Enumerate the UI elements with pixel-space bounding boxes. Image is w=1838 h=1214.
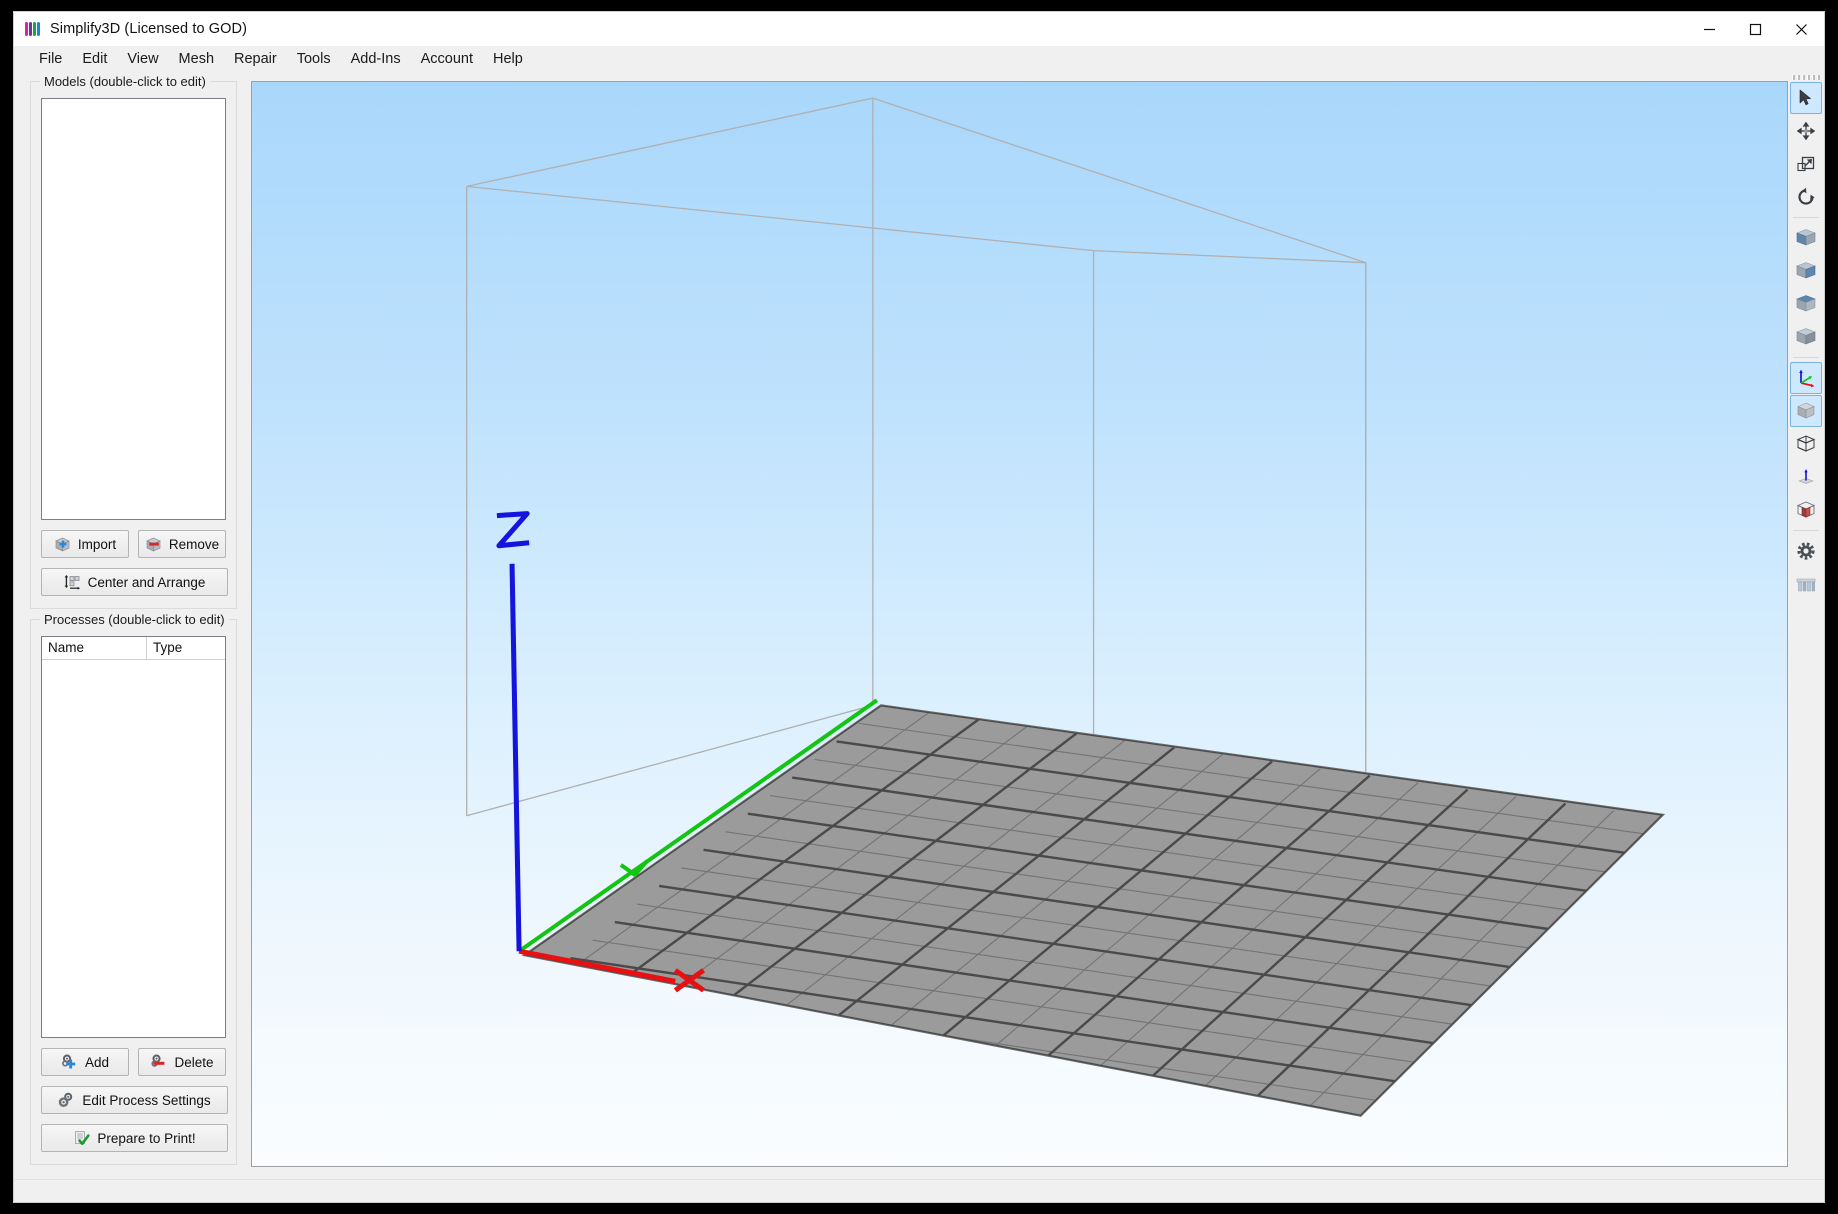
models-group-title: Models (double-click to edit) bbox=[40, 74, 210, 89]
prepare-to-print-label: Prepare to Print! bbox=[97, 1130, 196, 1146]
delete-process-label: Delete bbox=[174, 1054, 214, 1070]
maximize-button[interactable] bbox=[1732, 12, 1778, 46]
axes-icon bbox=[1796, 368, 1816, 388]
models-list[interactable] bbox=[41, 98, 226, 520]
select-tool[interactable] bbox=[1790, 82, 1822, 114]
rotate-tool[interactable] bbox=[1790, 181, 1822, 213]
delete-process-button[interactable]: Delete bbox=[138, 1048, 226, 1076]
application-window: Simplify3D (Licensed to GOD) File Edit V… bbox=[14, 12, 1824, 1202]
3d-scene bbox=[466, 97, 1666, 1117]
window-controls bbox=[1686, 12, 1824, 46]
menu-edit[interactable]: Edit bbox=[73, 48, 116, 70]
import-cube-plus-icon bbox=[54, 536, 71, 553]
rotate-icon bbox=[1796, 187, 1816, 207]
column-header-name[interactable]: Name bbox=[42, 637, 147, 659]
wireframe-view[interactable] bbox=[1790, 428, 1822, 460]
normal-vector-icon bbox=[1796, 467, 1816, 487]
menu-account[interactable]: Account bbox=[412, 48, 482, 70]
gears-plus-icon bbox=[61, 1054, 78, 1071]
prepare-print-check-icon bbox=[73, 1130, 90, 1147]
wireframe-cube-icon bbox=[1795, 434, 1817, 454]
prepare-to-print-button[interactable]: Prepare to Print! bbox=[41, 1124, 228, 1152]
gear-icon bbox=[1796, 541, 1816, 561]
view-front[interactable] bbox=[1790, 222, 1822, 254]
drag-grip-icon[interactable] bbox=[1791, 73, 1821, 82]
gears-icon bbox=[58, 1092, 75, 1109]
cross-section-icon bbox=[1795, 500, 1817, 520]
menu-tools[interactable]: Tools bbox=[288, 48, 340, 70]
main-area: Models (double-click to edit) Import Rem… bbox=[14, 71, 1824, 1179]
center-arrange-icon bbox=[64, 574, 81, 591]
menu-view[interactable]: View bbox=[118, 48, 167, 70]
import-button-label: Import bbox=[77, 536, 117, 552]
processes-group: Processes (double-click to edit) Name Ty… bbox=[30, 612, 237, 1165]
models-group: Models (double-click to edit) Import Rem… bbox=[30, 74, 237, 609]
processes-table-header: Name Type bbox=[42, 637, 225, 660]
cross-section-view[interactable] bbox=[1790, 494, 1822, 526]
supports[interactable] bbox=[1790, 568, 1822, 600]
tool-strip bbox=[1788, 71, 1824, 1179]
cube-front-icon bbox=[1795, 228, 1817, 248]
3d-viewport[interactable] bbox=[251, 81, 1788, 1167]
view-iso[interactable] bbox=[1790, 321, 1822, 353]
import-button[interactable]: Import bbox=[41, 530, 129, 558]
view-top[interactable] bbox=[1790, 288, 1822, 320]
menu-repair[interactable]: Repair bbox=[225, 48, 286, 70]
edit-process-settings-button[interactable]: Edit Process Settings bbox=[41, 1086, 228, 1114]
cube-iso-icon bbox=[1795, 327, 1817, 347]
menu-add-ins[interactable]: Add-Ins bbox=[342, 48, 410, 70]
remove-cube-minus-icon bbox=[145, 536, 162, 553]
title-bar: Simplify3D (Licensed to GOD) bbox=[14, 12, 1824, 46]
supports-icon bbox=[1795, 574, 1817, 594]
cube-side-icon bbox=[1795, 261, 1817, 281]
column-header-type[interactable]: Type bbox=[147, 637, 225, 659]
show-axes[interactable] bbox=[1790, 362, 1822, 394]
window-title: Simplify3D (Licensed to GOD) bbox=[50, 21, 247, 37]
tool-separator-1 bbox=[1793, 217, 1819, 218]
scale-tool[interactable] bbox=[1790, 148, 1822, 180]
cursor-arrow-icon bbox=[1797, 89, 1815, 107]
menu-help[interactable]: Help bbox=[484, 48, 532, 70]
remove-button-label: Remove bbox=[168, 536, 220, 552]
view-side[interactable] bbox=[1790, 255, 1822, 287]
move-tool[interactable] bbox=[1790, 115, 1822, 147]
axis-z-line bbox=[509, 563, 522, 952]
simplify3d-logo-icon bbox=[25, 21, 41, 37]
center-and-arrange-button[interactable]: Center and Arrange bbox=[41, 568, 228, 596]
menu-mesh[interactable]: Mesh bbox=[170, 48, 223, 70]
solid-cube-icon bbox=[1795, 401, 1817, 421]
add-process-button[interactable]: Add bbox=[41, 1048, 129, 1076]
minimize-button[interactable] bbox=[1686, 12, 1732, 46]
solid-view[interactable] bbox=[1790, 395, 1822, 427]
processes-group-title: Processes (double-click to edit) bbox=[40, 612, 229, 627]
tool-separator-2 bbox=[1793, 357, 1819, 358]
left-panel: Models (double-click to edit) Import Rem… bbox=[14, 71, 251, 1179]
close-button[interactable] bbox=[1778, 12, 1824, 46]
edit-process-settings-label: Edit Process Settings bbox=[82, 1092, 211, 1108]
viewport-container bbox=[251, 71, 1788, 1179]
menu-bar: File Edit View Mesh Repair Tools Add-Ins… bbox=[14, 46, 1824, 71]
print-bed bbox=[521, 704, 1666, 1117]
tool-separator-3 bbox=[1793, 530, 1819, 531]
gears-minus-icon bbox=[150, 1054, 167, 1071]
add-process-label: Add bbox=[84, 1054, 110, 1070]
remove-button[interactable]: Remove bbox=[138, 530, 226, 558]
processes-table[interactable]: Name Type bbox=[41, 636, 226, 1038]
menu-file[interactable]: File bbox=[30, 48, 71, 70]
move-arrows-icon bbox=[1797, 122, 1815, 140]
scale-icon bbox=[1797, 155, 1815, 173]
status-bar bbox=[14, 1179, 1824, 1202]
machine-settings[interactable] bbox=[1790, 535, 1822, 567]
axis-z-label bbox=[496, 511, 530, 549]
processes-button-row: Add Delete bbox=[41, 1048, 226, 1076]
center-and-arrange-label: Center and Arrange bbox=[87, 574, 206, 590]
normals-view[interactable] bbox=[1790, 461, 1822, 493]
cube-top-icon bbox=[1795, 294, 1817, 314]
models-button-row: Import Remove bbox=[41, 530, 226, 558]
